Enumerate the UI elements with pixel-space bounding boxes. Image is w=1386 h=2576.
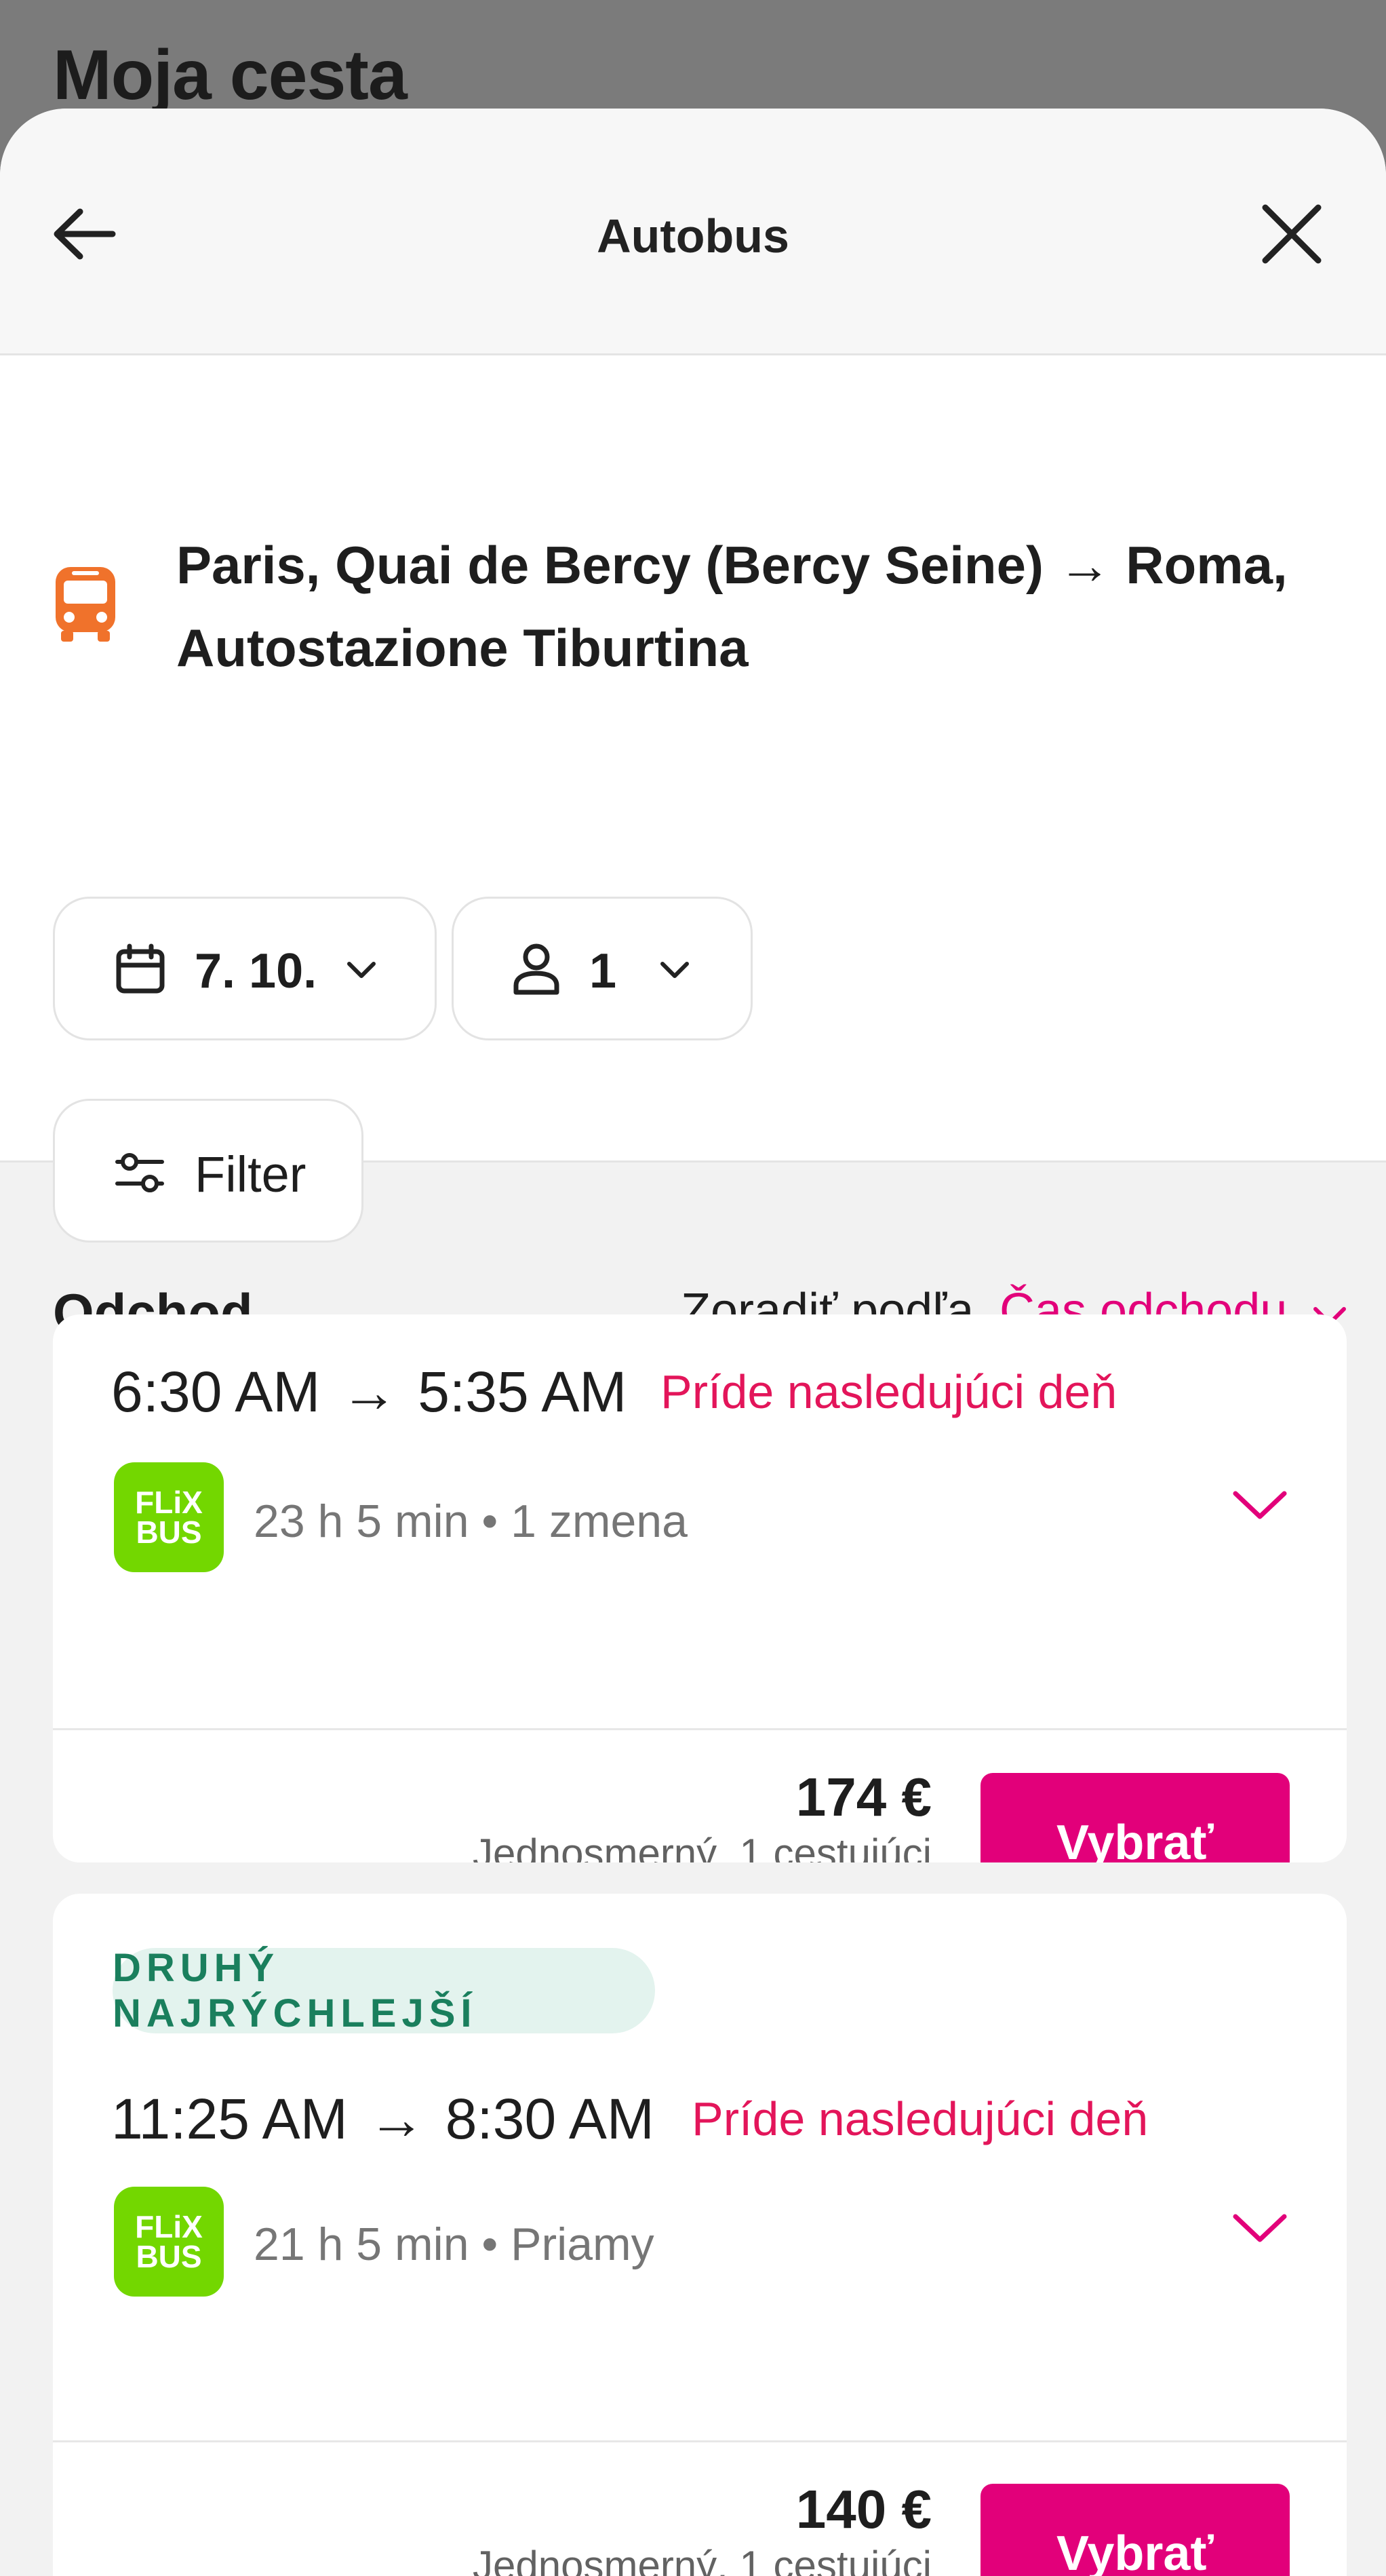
departure-time: 6:30 AM bbox=[111, 1360, 321, 1424]
chevron-down-icon[interactable] bbox=[1226, 1470, 1294, 1538]
card-divider bbox=[53, 1728, 1347, 1730]
select-button[interactable]: Vybrať bbox=[981, 1773, 1290, 1862]
bottom-sheet: Autobus Paris, Quai de Bercy (Bercy Sein… bbox=[0, 109, 1386, 2576]
passenger-selector[interactable]: 1 bbox=[452, 897, 753, 1040]
card-divider bbox=[53, 2440, 1347, 2442]
flixbus-logo: FLiX BUS bbox=[114, 1462, 224, 1572]
passenger-count: 1 bbox=[589, 944, 617, 998]
next-day-note: Príde nasledujúci deň bbox=[660, 1365, 1117, 1418]
arrow-right-icon: → bbox=[368, 2087, 425, 2151]
route-summary: Paris, Quai de Bercy (Bercy Seine) → Rom… bbox=[176, 535, 1288, 678]
fastest-badge: DRUHÝ NAJRÝCHLEJŠÍ bbox=[113, 1946, 655, 2035]
departure-time: 11:25 AM bbox=[111, 2087, 348, 2151]
trip-times: 6:30 AM → 5:35 AM bbox=[111, 1359, 627, 1425]
flixbus-logo: FLiX BUS bbox=[114, 2187, 224, 2297]
price-note: Jednosmerný, 1 cestujúci bbox=[473, 1831, 932, 1862]
bus-icon bbox=[53, 564, 118, 643]
result-card[interactable]: 6:30 AM → 5:35 AM Príde nasledujúci deň FL… bbox=[53, 1314, 1347, 1862]
trip-duration-transfers: 23 h 5 min • 1 zmena bbox=[254, 1496, 688, 1547]
arrival-time: 5:35 AM bbox=[418, 1360, 627, 1424]
calendar-icon bbox=[116, 943, 165, 994]
chevron-down-icon bbox=[660, 962, 689, 978]
date-selector[interactable]: 7. 10. bbox=[53, 897, 437, 1040]
price: 140 € bbox=[795, 2479, 932, 2539]
trip-duration-transfers: 21 h 5 min • Priamy bbox=[254, 2219, 654, 2270]
sheet-title: Autobus bbox=[597, 210, 789, 262]
page-title: Moja cesta bbox=[53, 36, 408, 115]
sheet-header: Autobus bbox=[0, 109, 1386, 355]
arrival-time: 8:30 AM bbox=[445, 2087, 654, 2151]
close-icon bbox=[1262, 204, 1322, 264]
next-day-note: Príde nasledujúci deň bbox=[692, 2092, 1149, 2145]
select-button[interactable]: Vybrať bbox=[981, 2484, 1290, 2576]
chevron-down-icon[interactable] bbox=[1226, 2193, 1294, 2261]
close-button[interactable] bbox=[1254, 197, 1329, 271]
search-panel: Paris, Quai de Bercy (Bercy Seine) → Rom… bbox=[0, 355, 1386, 1243]
person-icon bbox=[513, 943, 559, 995]
chevron-down-icon bbox=[347, 962, 376, 978]
arrow-right-icon: → bbox=[340, 1360, 398, 1424]
date-value: 7. 10. bbox=[195, 944, 317, 998]
price: 174 € bbox=[795, 1767, 932, 1827]
trip-times: 11:25 AM → 8:30 AM bbox=[111, 2086, 654, 2152]
result-card[interactable]: DRUHÝ NAJRÝCHLEJŠÍ 11:25 AM → 8:30 AM Príd… bbox=[53, 1894, 1347, 2576]
price-note: Jednosmerný, 1 cestujúci bbox=[473, 2543, 932, 2576]
